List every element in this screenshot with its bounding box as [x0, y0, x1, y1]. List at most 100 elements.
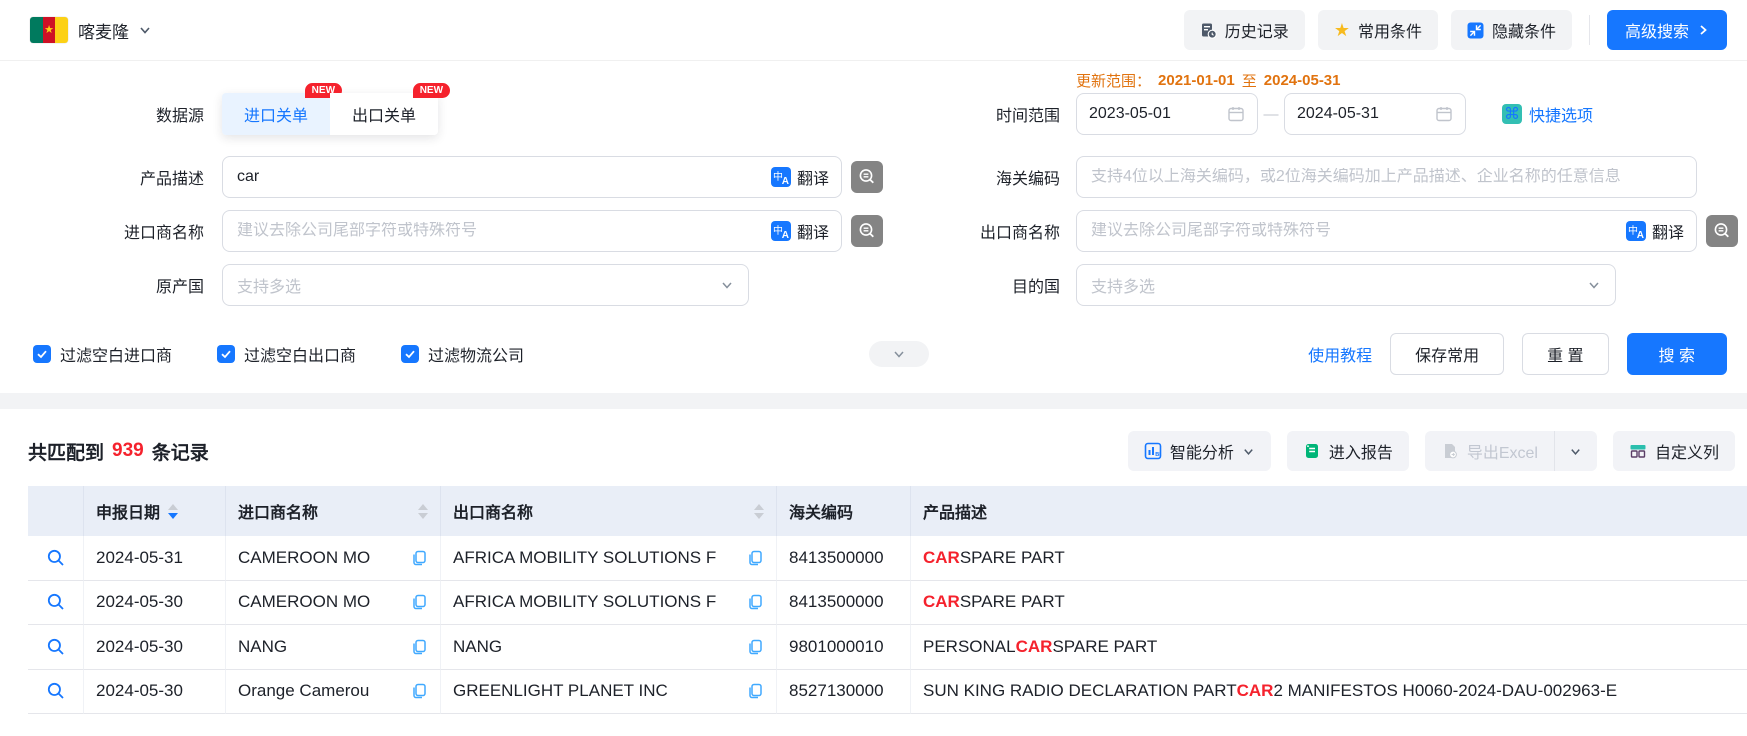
- results-section: 共匹配到 939 条记录 BI 智能分析 进入报告 导出Excel: [0, 430, 1747, 714]
- chevron-down-icon: [891, 346, 907, 362]
- translate-button[interactable]: 中A 翻译: [1626, 219, 1696, 243]
- chevron-right-icon: [1697, 24, 1709, 36]
- sort-control[interactable]: [754, 504, 764, 519]
- chevron-down-icon: [720, 278, 734, 292]
- row-search-button[interactable]: [28, 581, 84, 626]
- quick-options-button[interactable]: ⌘ 快捷选项: [1502, 102, 1593, 126]
- origin-placeholder: 支持多选: [237, 273, 720, 297]
- highlighted-keyword: CAR: [923, 592, 960, 612]
- approx-search-icon: [1712, 221, 1732, 241]
- copy-icon[interactable]: [738, 549, 764, 567]
- filter-label: 过滤物流公司: [428, 342, 524, 366]
- header-cell-date: 申报日期: [84, 486, 226, 536]
- cell-product: SUN KING RADIO DECLARATION PART CAR 2 MA…: [911, 670, 1747, 715]
- calendar-icon: [1227, 105, 1245, 123]
- command-icon: ⌘: [1502, 104, 1522, 124]
- topbar-actions: 历史记录 ★ 常用条件 隐藏条件 高级搜索: [1184, 10, 1727, 50]
- form-row-3: 进口商名称 中A 翻译 出口商名称 中A: [0, 210, 1747, 252]
- update-range-to-word: 至: [1242, 70, 1257, 91]
- export-excel-icon: [1441, 442, 1459, 460]
- product-desc-input[interactable]: [223, 168, 771, 186]
- hs-code-input[interactable]: [1077, 168, 1696, 186]
- results-summary: 共匹配到 939 条记录: [28, 438, 209, 465]
- advanced-search-button[interactable]: 高级搜索: [1607, 10, 1727, 50]
- sort-control[interactable]: [418, 504, 428, 519]
- data-source-tabs: 进口关单 NEW 出口关单 NEW: [222, 93, 438, 135]
- cameroon-flag-icon: ★: [30, 17, 68, 43]
- filter-logistics-checkbox[interactable]: 过滤物流公司: [401, 342, 524, 366]
- copy-icon[interactable]: [402, 682, 428, 700]
- hs-code-label: 海关编码: [885, 165, 1076, 189]
- approx-search-icon: [857, 221, 877, 241]
- fuzzy-match-toggle[interactable]: [851, 161, 883, 193]
- row-search-button[interactable]: [28, 670, 84, 715]
- results-toolbar: BI 智能分析 进入报告 导出Excel: [1128, 431, 1735, 471]
- date-from-input[interactable]: 2023-05-01: [1076, 93, 1258, 135]
- smart-analysis-button[interactable]: BI 智能分析: [1128, 431, 1271, 471]
- app-root: ★ 喀麦隆 历史记录 ★ 常用条件 隐藏条件 高级搜索: [0, 0, 1747, 736]
- collapse-panel-button[interactable]: [869, 341, 929, 367]
- copy-icon[interactable]: [738, 593, 764, 611]
- topbar: ★ 喀麦隆 历史记录 ★ 常用条件 隐藏条件 高级搜索: [0, 0, 1747, 61]
- tab-export-declarations[interactable]: 出口关单 NEW: [330, 93, 438, 135]
- fuzzy-match-toggle[interactable]: [1706, 215, 1738, 247]
- cell-importer: NANG: [226, 625, 441, 670]
- origin-select[interactable]: 支持多选: [222, 264, 749, 306]
- search-button[interactable]: 搜 索: [1627, 333, 1727, 375]
- history-button[interactable]: 历史记录: [1184, 10, 1305, 50]
- export-excel-button[interactable]: 导出Excel: [1425, 431, 1554, 471]
- hide-filters-label: 隐藏条件: [1492, 18, 1556, 42]
- form-row-4: 原产国 支持多选 目的国 支持多选: [0, 264, 1747, 306]
- divider: [1589, 15, 1590, 45]
- bi-chart-icon: BI: [1144, 442, 1162, 460]
- destination-label: 目的国: [885, 273, 1076, 297]
- exporter-input[interactable]: [1077, 222, 1626, 240]
- cell-hs-code: 9801000010: [777, 625, 911, 670]
- hs-code-field: [1076, 156, 1697, 198]
- sort-control[interactable]: [168, 504, 178, 519]
- report-notebook-icon: [1303, 442, 1321, 460]
- save-common-button[interactable]: 保存常用: [1390, 333, 1504, 375]
- translate-button[interactable]: 中A 翻译: [771, 165, 841, 189]
- custom-columns-label: 自定义列: [1655, 439, 1719, 463]
- cell-product: CAR SPARE PART: [911, 581, 1747, 626]
- translate-button[interactable]: 中A 翻译: [771, 219, 841, 243]
- cell-hs-code: 8413500000: [777, 536, 911, 581]
- cell-exporter: AFRICA MOBILITY SOLUTIONS F: [441, 536, 777, 581]
- cell-product: PERSONAL CAR SPARE PART: [911, 625, 1747, 670]
- custom-columns-button[interactable]: 自定义列: [1613, 431, 1735, 471]
- filter-blank-exporter-checkbox[interactable]: 过滤空白出口商: [217, 342, 356, 366]
- hide-filters-button[interactable]: 隐藏条件: [1451, 10, 1572, 50]
- destination-select[interactable]: 支持多选: [1076, 264, 1616, 306]
- search-panel: 更新范围： 2021-01-01 至 2024-05-31 数据源 进口关单 N…: [0, 61, 1747, 409]
- enter-report-button[interactable]: 进入报告: [1287, 431, 1409, 471]
- export-options-button[interactable]: [1555, 431, 1597, 471]
- exporter-field: 中A 翻译: [1076, 210, 1697, 252]
- copy-icon[interactable]: [402, 593, 428, 611]
- reset-button[interactable]: 重 置: [1522, 333, 1608, 375]
- fuzzy-match-toggle[interactable]: [851, 215, 883, 247]
- origin-label: 原产国: [0, 273, 222, 297]
- export-excel-group: 导出Excel: [1425, 431, 1597, 471]
- cell-date: 2024-05-31: [84, 536, 226, 581]
- country-picker[interactable]: ★ 喀麦隆: [30, 17, 151, 43]
- checkbox-checked-icon: [33, 345, 51, 363]
- history-icon: [1200, 22, 1217, 39]
- copy-icon[interactable]: [738, 638, 764, 656]
- favorites-button[interactable]: ★ 常用条件: [1318, 10, 1438, 50]
- copy-icon[interactable]: [738, 682, 764, 700]
- summary-prefix: 共匹配到: [28, 438, 104, 465]
- row-search-button[interactable]: [28, 625, 84, 670]
- copy-icon[interactable]: [402, 549, 428, 567]
- tab-import-declarations[interactable]: 进口关单 NEW: [222, 93, 330, 135]
- row-search-button[interactable]: [28, 536, 84, 581]
- cell-importer: CAMEROON MO: [226, 536, 441, 581]
- cell-product: CAR SPARE PART: [911, 536, 1747, 581]
- date-to-input[interactable]: 2024-05-31: [1284, 93, 1466, 135]
- tutorial-link[interactable]: 使用教程: [1308, 342, 1372, 366]
- translate-label: 翻译: [797, 165, 829, 189]
- filter-blank-importer-checkbox[interactable]: 过滤空白进口商: [33, 342, 172, 366]
- highlighted-keyword: CAR: [923, 548, 960, 568]
- importer-input[interactable]: [223, 222, 771, 240]
- copy-icon[interactable]: [402, 638, 428, 656]
